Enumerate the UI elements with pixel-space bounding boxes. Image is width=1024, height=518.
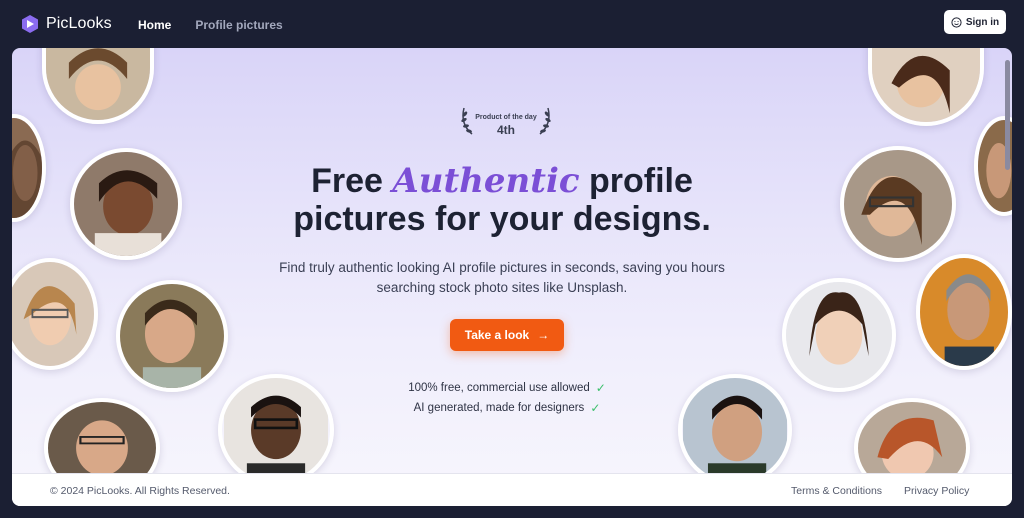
privacy-link[interactable]: Privacy Policy <box>904 485 969 497</box>
smile-icon <box>951 16 962 28</box>
headline-accent: Authentic <box>392 161 580 201</box>
hero-headline: Free Authentic profile pictures for your… <box>252 162 752 238</box>
avatar-photo <box>42 48 154 124</box>
badge-rank: 4th <box>497 123 515 137</box>
feature-text: AI generated, made for designers <box>413 402 585 414</box>
avatar-photo <box>840 146 956 262</box>
hero-panel: Product of the day 4th Free Authentic pr… <box>12 48 1012 506</box>
brand-name: PicLooks <box>46 15 112 32</box>
nav-profile-pictures[interactable]: Profile pictures <box>195 18 282 32</box>
avatar-photo <box>12 114 46 222</box>
brand-logo[interactable]: PicLooks <box>20 14 112 34</box>
avatar-photo <box>70 148 182 260</box>
avatar-photo <box>12 258 98 370</box>
feature-list: 100% free, commercial use allowed ✓ AI g… <box>372 378 642 418</box>
copyright-text: © 2024 PicLooks. All Rights Reserved. <box>50 485 230 497</box>
product-of-day-badge: Product of the day 4th <box>456 106 556 140</box>
avatar-photo <box>218 374 334 486</box>
footer: © 2024 PicLooks. All Rights Reserved. Te… <box>12 473 1012 506</box>
avatar-photo <box>868 48 984 126</box>
badge-title: Product of the day <box>475 114 537 121</box>
avatar-photo <box>916 254 1012 370</box>
avatar-photo <box>116 280 228 392</box>
nav-home[interactable]: Home <box>138 18 171 32</box>
check-icon: ✓ <box>595 381 606 395</box>
top-bar: PicLooks Home Profile pictures Sign in <box>0 0 1024 48</box>
headline-start: Free <box>311 162 393 200</box>
feature-item: AI generated, made for designers ✓ <box>372 398 642 418</box>
laurel-right-icon <box>539 107 551 135</box>
cta-label: Take a look <box>464 328 530 342</box>
check-icon: ✓ <box>590 401 601 415</box>
sign-in-label: Sign in <box>965 16 1000 28</box>
laurel-left-icon <box>461 107 473 135</box>
main-nav: Home Profile pictures <box>138 18 283 32</box>
feature-item: 100% free, commercial use allowed ✓ <box>372 378 642 398</box>
scrollbar[interactable] <box>1005 60 1010 170</box>
hero-subtext: Find truly authentic looking AI profile … <box>279 260 725 295</box>
take-a-look-button[interactable]: Take a look → <box>450 319 564 351</box>
avatar-photo <box>782 278 896 392</box>
feature-text: 100% free, commercial use allowed <box>408 382 590 394</box>
arrow-right-icon: → <box>537 328 550 342</box>
avatar-photo <box>678 374 792 486</box>
sign-in-button[interactable]: Sign in <box>944 10 1006 34</box>
terms-link[interactable]: Terms & Conditions <box>791 485 882 497</box>
logo-icon <box>22 15 38 33</box>
